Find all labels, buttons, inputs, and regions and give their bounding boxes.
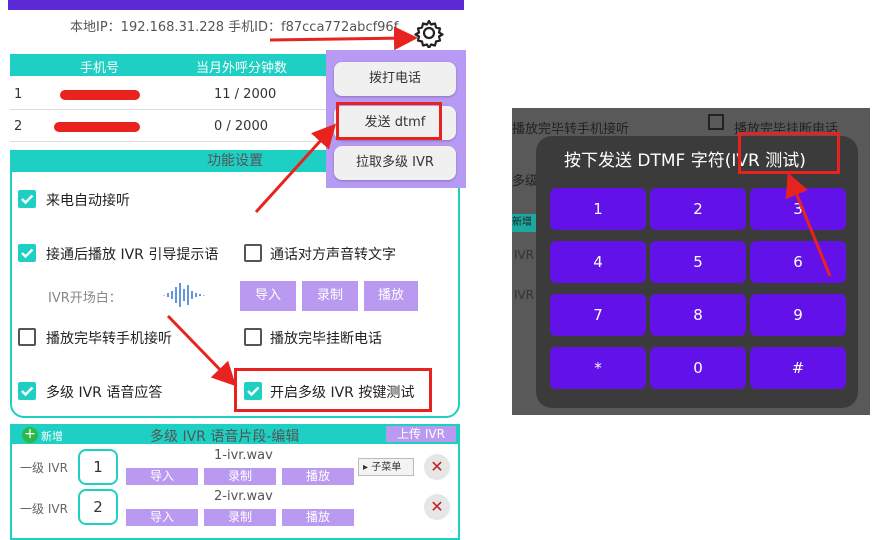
- annotation-arrows: [166, 26, 832, 387]
- arrow-to-ivr-test: [785, 172, 832, 277]
- arrow-to-key-test: [166, 314, 237, 387]
- arrow-to-gear: [269, 26, 418, 51]
- arrow-to-send-dtmf: [254, 123, 337, 214]
